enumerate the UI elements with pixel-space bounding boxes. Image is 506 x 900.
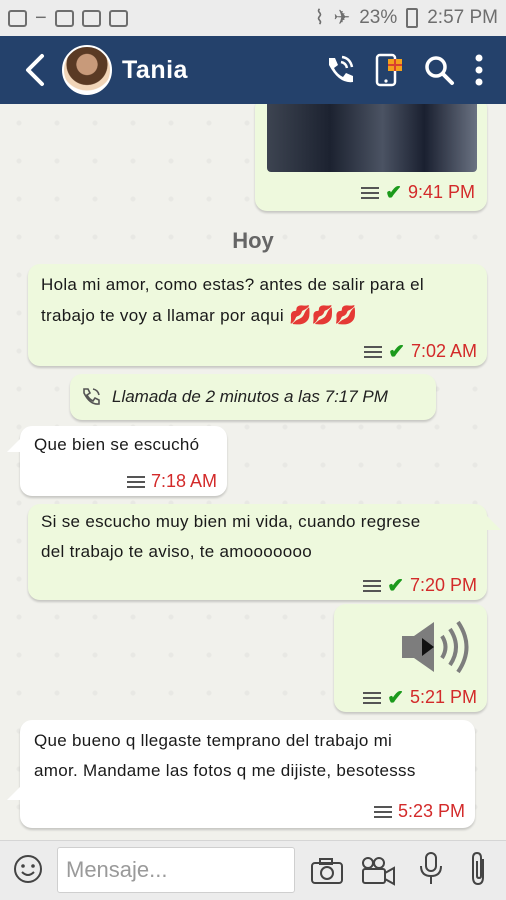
video-camera-icon [362, 857, 395, 886]
menu-icon[interactable] [126, 475, 145, 488]
notification-icons: − [8, 8, 128, 28]
message-text: amor. Mandame las fotos q me dijiste, be… [34, 761, 416, 780]
menu-icon[interactable] [363, 691, 382, 704]
message-photo[interactable]: ✔ 9:41 PM [255, 104, 487, 211]
contact-name[interactable]: Tania [122, 56, 188, 85]
wifi-icon: ⌇ [314, 7, 325, 29]
speaker-icon[interactable] [400, 618, 474, 676]
check-icon: ✔ [387, 686, 404, 709]
phone-gift-icon [375, 53, 402, 87]
more-options-button[interactable] [472, 50, 486, 90]
minus-icon: − [35, 7, 47, 29]
message-text: Que bien se escuchó [34, 435, 200, 454]
check-icon: ✔ [387, 574, 404, 597]
microphone-button[interactable] [413, 851, 449, 887]
bubble-tail [7, 786, 21, 800]
check-icon: ✔ [388, 340, 405, 363]
call-button[interactable] [322, 50, 356, 90]
menu-icon[interactable] [361, 186, 380, 199]
airplane-icon: ✈ [333, 7, 351, 29]
message-icon [8, 9, 27, 27]
message-time: 5:23 PM [397, 801, 465, 821]
search-button[interactable] [422, 50, 456, 90]
kiss-emoji: 💋💋💋 [289, 305, 358, 325]
call-log-text: Llamada de 2 minutos a las 7:17 PM [112, 387, 388, 406]
message-time: 7:02 AM [410, 341, 477, 361]
emoji-button[interactable] [10, 851, 46, 887]
menu-icon[interactable] [364, 345, 383, 358]
message-time: 7:20 PM [409, 575, 477, 595]
chat-header: Tania [0, 36, 506, 104]
clock: 2:57 PM [427, 7, 498, 28]
call-log: Llamada de 2 minutos a las 7:17 PM [70, 374, 436, 420]
chevron-left-icon [26, 54, 44, 86]
phone-icon [329, 55, 354, 83]
device-gift-button[interactable] [372, 50, 406, 90]
paperclip-icon [472, 851, 484, 886]
image-icon [54, 9, 74, 27]
message-time: 9:41 PM [407, 182, 475, 202]
battery-icon [406, 8, 419, 28]
message-time: 5:21 PM [409, 687, 477, 707]
bag-icon [81, 9, 101, 27]
message-text: trabajo te voy a llamar por aqui [41, 306, 285, 325]
message-text: Que bueno q llegaste temprano del trabaj… [34, 731, 393, 750]
status-bar: − ⌇ ✈ 23% 2:57 PM [0, 0, 506, 36]
avatar[interactable] [62, 45, 112, 95]
gallery-icon [108, 9, 128, 27]
message-time: 7:18 AM [150, 471, 217, 491]
compose-bar [0, 840, 506, 900]
camera-button[interactable] [309, 853, 345, 889]
bubble-tail [7, 438, 21, 452]
camera-icon [311, 858, 343, 884]
bubble-tail [487, 516, 501, 530]
message-input[interactable] [57, 847, 295, 893]
menu-icon[interactable] [363, 579, 382, 592]
message-outgoing[interactable]: Si se escucho muy bien mi vida, cuando r… [28, 504, 487, 600]
check-icon: ✔ [385, 181, 402, 204]
battery-percent: 23% [359, 7, 398, 28]
message-incoming[interactable]: Que bien se escuchó 7:18 AM [20, 426, 227, 496]
back-button[interactable] [24, 36, 54, 104]
more-vertical-icon [475, 54, 483, 86]
attach-button[interactable] [461, 851, 497, 887]
message-outgoing[interactable]: Hola mi amor, como estas? antes de salir… [28, 264, 487, 366]
message-text: Hola mi amor, como estas? antes de salir… [41, 275, 424, 294]
microphone-icon [420, 852, 442, 884]
message-text: del trabajo te aviso, te amooooooo [41, 542, 313, 561]
message-list[interactable]: ✔ 9:41 PM Hoy Hola mi amor, como estas? … [0, 104, 506, 840]
smiley-icon [14, 855, 42, 883]
message-text: Si se escucho muy bien mi vida, cuando r… [41, 512, 421, 531]
photo-thumbnail[interactable] [267, 104, 477, 172]
message-audio[interactable]: ✔ 5:21 PM [334, 604, 487, 712]
message-incoming[interactable]: Que bueno q llegaste temprano del trabaj… [20, 720, 475, 828]
phone-call-icon [83, 388, 100, 405]
search-icon [425, 56, 454, 85]
day-separator: Hoy [232, 228, 274, 253]
menu-icon[interactable] [373, 805, 392, 818]
video-button[interactable] [360, 853, 396, 889]
